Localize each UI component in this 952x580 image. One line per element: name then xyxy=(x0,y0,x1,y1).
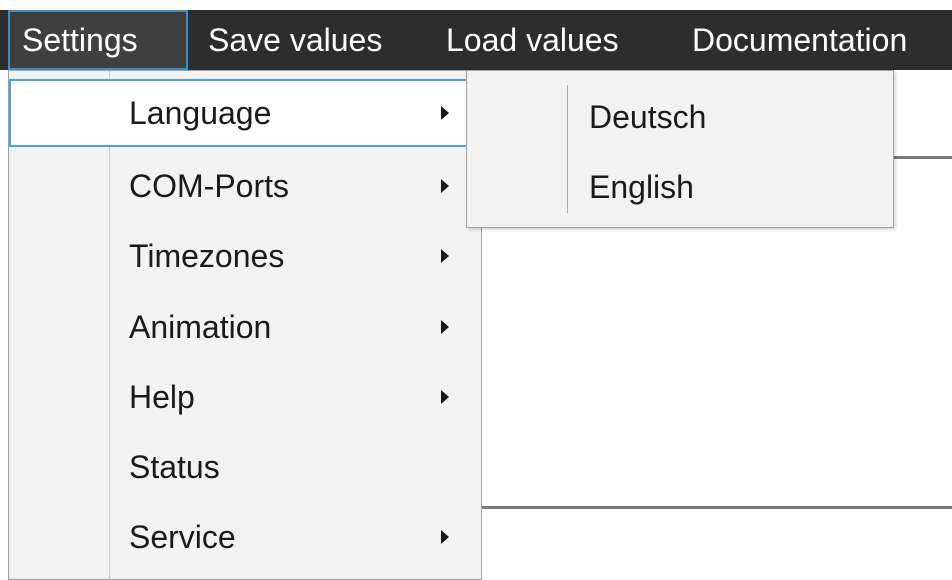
menu-item-timezones[interactable]: Timezones xyxy=(9,222,481,290)
menu-documentation[interactable]: Documentation xyxy=(676,10,952,70)
menu-item-help[interactable]: Help xyxy=(9,363,481,431)
menu-item-status[interactable]: Status xyxy=(9,433,481,501)
menu-item-label: Animation xyxy=(129,309,272,345)
settings-dropdown-menu: Language COM-Ports Timezones Animation H… xyxy=(8,70,482,580)
submenu-item-deutsch[interactable]: Deutsch xyxy=(467,83,893,151)
menu-item-label: Timezones xyxy=(129,238,285,274)
menu-item-service[interactable]: Service xyxy=(9,503,481,571)
menu-item-label: Service xyxy=(129,519,236,555)
content-divider-line xyxy=(470,506,952,509)
chevron-right-icon xyxy=(441,320,449,334)
menu-load-values[interactable]: Load values xyxy=(430,10,666,70)
menu-item-label: Help xyxy=(129,379,195,415)
menu-settings[interactable]: Settings xyxy=(8,10,188,70)
menu-item-language[interactable]: Language xyxy=(9,79,481,147)
menu-item-label: COM-Ports xyxy=(129,168,289,204)
chevron-right-icon xyxy=(441,249,449,263)
submenu-item-label: Deutsch xyxy=(589,99,707,135)
menu-bar: Settings Save values Load values Documen… xyxy=(0,10,952,70)
menu-item-label: Language xyxy=(129,95,272,131)
submenu-item-english[interactable]: English xyxy=(467,153,893,221)
menu-item-animation[interactable]: Animation xyxy=(9,293,481,361)
menu-item-label: Status xyxy=(129,449,220,485)
window-top-edge xyxy=(0,0,952,10)
chevron-right-icon xyxy=(441,106,449,120)
chevron-right-icon xyxy=(441,390,449,404)
chevron-right-icon xyxy=(441,530,449,544)
submenu-item-label: English xyxy=(589,169,694,205)
language-submenu: Deutsch English xyxy=(466,70,894,228)
menu-save-values[interactable]: Save values xyxy=(192,10,424,70)
menu-item-com-ports[interactable]: COM-Ports xyxy=(9,152,481,220)
chevron-right-icon xyxy=(441,179,449,193)
